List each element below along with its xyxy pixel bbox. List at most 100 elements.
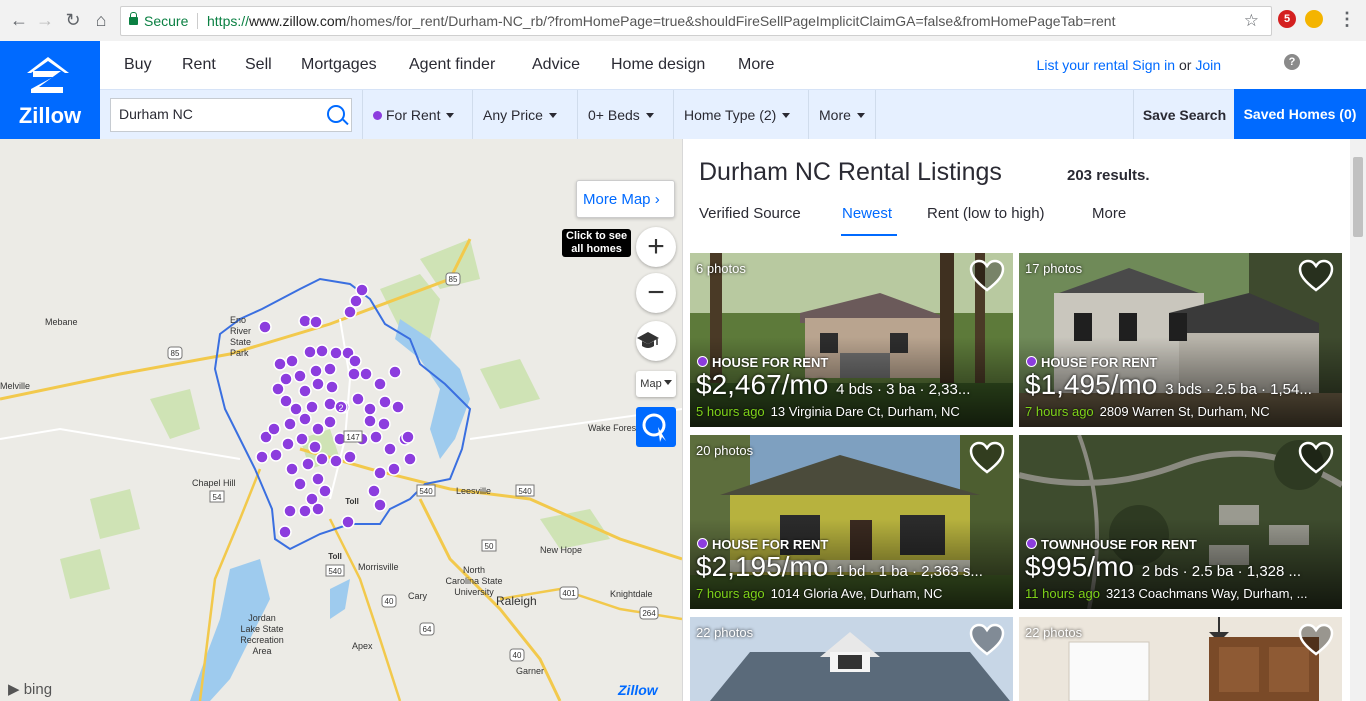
secure-indicator[interactable]: Secure	[129, 7, 188, 35]
chevron-down-icon	[548, 113, 557, 118]
listing-card[interactable]: 17 photos HOUSE FOR RENT $1,495/mo 3 bds…	[1019, 253, 1342, 427]
save-heart-icon[interactable]	[1298, 259, 1334, 293]
save-heart-icon[interactable]	[969, 259, 1005, 293]
place-new-hope: New Hope	[540, 545, 583, 555]
nav-home-design[interactable]: Home design	[611, 56, 705, 74]
location-search-input[interactable]	[117, 105, 321, 123]
filter-bar: For Rent Any Price 0+ Beds Home Type (2)…	[100, 89, 1366, 140]
more-map-button[interactable]: More Map ›	[576, 180, 675, 218]
bing-b-icon: ▶	[8, 681, 20, 698]
svg-text:540: 540	[419, 487, 433, 496]
listing-address: 1014 Gloria Ave, Durham, NC	[770, 586, 943, 601]
graduation-cap-icon	[637, 332, 659, 348]
home-icon[interactable]: ⌂	[90, 9, 112, 31]
listing-card[interactable]: 20 photos HOUSE FOR RENT $2,195/mo 1 bd …	[690, 435, 1013, 609]
place-cary: Cary	[408, 591, 428, 601]
listing-price: $2,467/mo	[696, 369, 829, 400]
bookmark-star-icon[interactable]: ☆	[1244, 7, 1259, 35]
nav-buy[interactable]: Buy	[124, 56, 152, 74]
pin-cluster-count: 2	[338, 403, 343, 413]
url-text[interactable]: https://www.zillow.com/homes/for_rent/Du…	[207, 7, 1115, 35]
place-knightdale: Knightdale	[610, 589, 653, 599]
listing-card[interactable]: 22 photos	[690, 617, 1013, 701]
rental-dot-icon	[697, 538, 708, 549]
save-heart-icon[interactable]	[969, 441, 1005, 475]
join-link[interactable]: Join	[1195, 57, 1221, 73]
listing-price-line: $2,467/mo 4 bds · 3 ba · 2,33...	[696, 369, 970, 401]
svg-text:401: 401	[562, 589, 576, 598]
help-icon[interactable]: ?	[1284, 54, 1300, 70]
zoom-in-button[interactable]: +	[636, 227, 676, 267]
beds-filter[interactable]: 0+ Beds	[577, 90, 664, 140]
sort-rent-low-high[interactable]: Rent (low to high)	[927, 205, 1045, 222]
photo-count: 22 photos	[1025, 625, 1083, 640]
chevron-down-icon	[446, 113, 455, 118]
price-filter[interactable]: Any Price	[472, 90, 567, 140]
back-arrow-icon[interactable]: ←	[8, 9, 30, 31]
listing-meta: 5 hours ago 13 Virginia Dare Ct, Durham, …	[696, 404, 1006, 419]
listing-card[interactable]: 6 photos HOUSE FOR RENT $2,467/mo 4 bds …	[690, 253, 1013, 427]
listings-scrollbar[interactable]	[1350, 139, 1366, 701]
nav-mortgages[interactable]: Mortgages	[301, 56, 377, 74]
photo-count: 20 photos	[696, 443, 754, 458]
nav-advice[interactable]: Advice	[532, 56, 580, 74]
listings-title: Durham NC Rental Listings	[699, 158, 1002, 186]
zillow-map-watermark: Zillow	[618, 682, 658, 698]
zoom-out-button[interactable]: −	[636, 273, 676, 313]
nav-agent-finder[interactable]: Agent finder	[409, 56, 495, 74]
more-filters[interactable]: More	[808, 90, 876, 140]
listing-address: 13 Virginia Dare Ct, Durham, NC	[770, 404, 960, 419]
forward-arrow-icon[interactable]: →	[34, 9, 56, 31]
sort-more[interactable]: More	[1092, 205, 1126, 222]
svg-text:264: 264	[642, 609, 656, 618]
lock-icon	[129, 12, 138, 25]
map-canvas[interactable]: 2 85 85 54 540 540 50 40 540 64 40 264 4…	[0, 139, 682, 701]
extension-icon[interactable]: 5	[1278, 10, 1296, 28]
listing-address: 3213 Coachmans Way, Durham, ...	[1105, 586, 1308, 601]
map-type-selector[interactable]: Map	[636, 371, 676, 397]
listing-card[interactable]: 22 photos	[1019, 617, 1342, 701]
listing-price-line: $2,195/mo 1 bd · 1 ba · 2,363 s...	[696, 551, 983, 583]
lightbulb-extension-icon[interactable]	[1305, 10, 1323, 28]
browser-menu-icon[interactable]: ⋮	[1336, 8, 1358, 30]
listing-price-line: $995/mo 2 bds · 2.5 ba · 1,328 ...	[1025, 551, 1301, 583]
scrollbar-thumb[interactable]	[1353, 157, 1363, 237]
svg-text:147: 147	[346, 433, 360, 442]
save-heart-icon[interactable]	[969, 623, 1005, 657]
address-bar[interactable]: Secure https://www.zillow.com/homes/for_…	[120, 6, 1272, 36]
zillow-wordmark: Zillow	[18, 103, 82, 128]
sort-newest[interactable]: Newest	[842, 205, 892, 222]
zillow-logo[interactable]: Zillow	[0, 41, 100, 139]
results-count: 203 results.	[1067, 167, 1150, 184]
save-heart-icon[interactable]	[1298, 441, 1334, 475]
listing-type: TOWNHOUSE FOR RENT	[1026, 537, 1197, 552]
nav-rent[interactable]: Rent	[182, 56, 216, 74]
listing-facts: 4 bds · 3 ba · 2,33...	[836, 381, 971, 398]
place-leesville: Leesville	[456, 486, 492, 496]
draw-search-button[interactable]	[636, 407, 676, 447]
listing-address: 2809 Warren St, Durham, NC	[1099, 404, 1270, 419]
save-heart-icon[interactable]	[1298, 623, 1334, 657]
search-icon[interactable]	[327, 105, 345, 123]
for-rent-filter[interactable]: For Rent	[362, 90, 464, 140]
place-apex: Apex	[352, 641, 373, 651]
listing-card[interactable]: TOWNHOUSE FOR RENT $995/mo 2 bds · 2.5 b…	[1019, 435, 1342, 609]
reload-icon[interactable]: ↻	[62, 9, 84, 31]
place-chapel-hill: Chapel Hill	[192, 478, 236, 488]
zillow-z-icon	[27, 57, 69, 93]
saved-homes-button[interactable]: Saved Homes (0)	[1234, 89, 1366, 140]
sort-verified-source[interactable]: Verified Source	[699, 205, 801, 222]
save-search-button[interactable]: Save Search	[1133, 90, 1235, 140]
browser-toolbar: ← → ↻ ⌂ Secure https://www.zillow.com/ho…	[0, 0, 1366, 42]
home-type-filter[interactable]: Home Type (2)	[673, 90, 800, 140]
nav-sell[interactable]: Sell	[245, 56, 272, 74]
map-panel[interactable]: 2 85 85 54 540 540 50 40 540 64 40 264 4…	[0, 139, 682, 701]
nav-more[interactable]: More	[738, 56, 774, 74]
list-rental-link[interactable]: List your rental	[1037, 57, 1129, 73]
listing-facts: 2 bds · 2.5 ba · 1,328 ...	[1141, 563, 1302, 580]
rental-dot-icon	[1026, 538, 1037, 549]
schools-layer-button[interactable]	[636, 321, 676, 361]
sign-in-link[interactable]: Sign in	[1132, 57, 1175, 73]
place-nc-state: North Carolina State University	[445, 565, 503, 597]
listing-age: 11 hours ago	[1025, 586, 1100, 601]
